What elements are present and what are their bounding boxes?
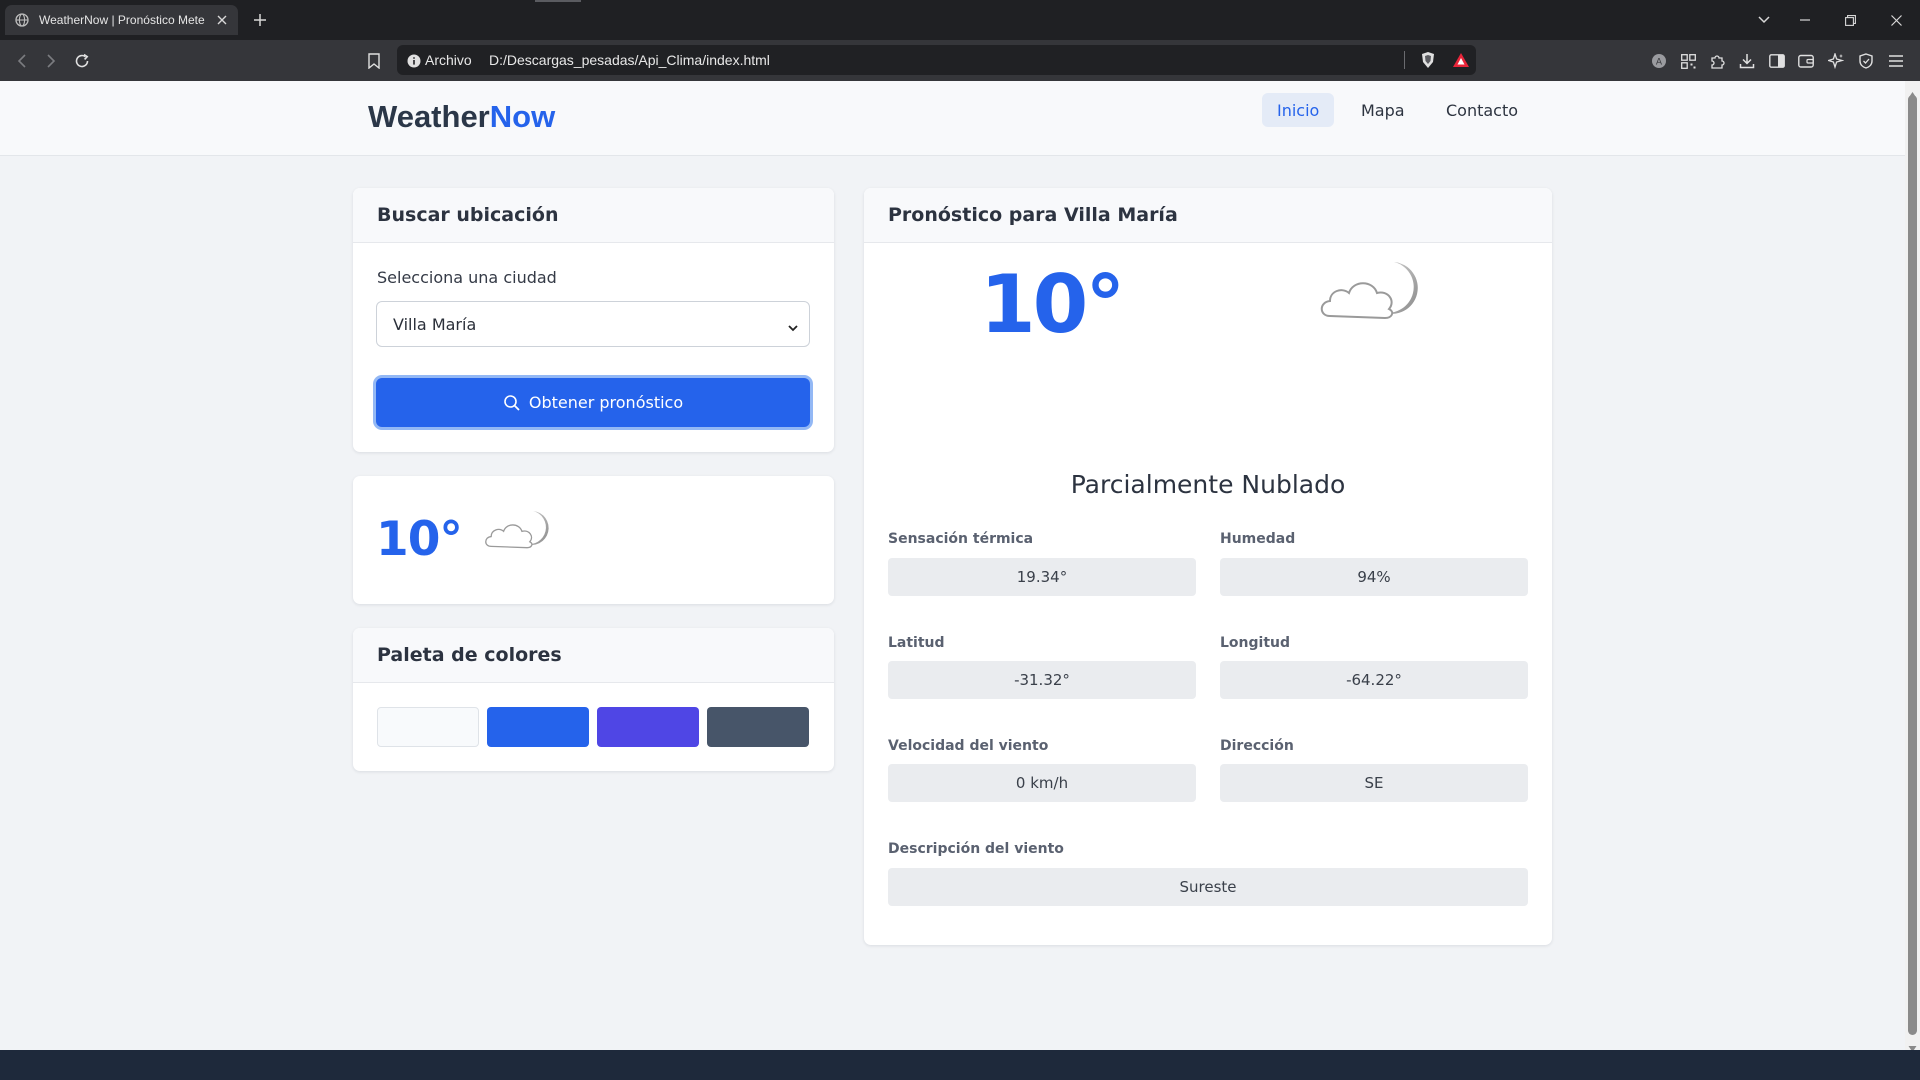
close-tab-icon[interactable] [214, 12, 230, 28]
close-window-icon[interactable] [1884, 8, 1908, 32]
forecast-card-title: Pronóstico para Villa María [864, 188, 1552, 243]
browser-tab[interactable]: WeatherNow | Pronóstico Mete [5, 5, 238, 35]
wind-direction-value: SE [1220, 764, 1528, 802]
wind-description-label: Descripción del viento [888, 841, 1064, 857]
mini-temperature: 10° [376, 512, 463, 567]
forecast-card: Pronóstico para Villa María 10° Parcialm… [864, 188, 1552, 945]
info-icon[interactable] [407, 53, 421, 68]
site-footer [0, 1050, 1920, 1080]
wallet-icon[interactable] [1793, 48, 1819, 74]
search-card: Buscar ubicación Selecciona una ciudad V… [353, 188, 834, 452]
feels-like-value: 19.34° [888, 558, 1196, 596]
sidebar-icon[interactable] [1764, 48, 1790, 74]
color-swatch-slate[interactable] [707, 707, 809, 747]
palette-card-title: Paleta de colores [353, 628, 834, 683]
wind-speed-value: 0 km/h [888, 764, 1196, 802]
reload-icon[interactable] [69, 48, 95, 74]
search-card-title: Buscar ubicación [353, 188, 834, 243]
color-swatch-light[interactable] [377, 707, 479, 747]
nav-link-contacto[interactable]: Contacto [1431, 93, 1533, 127]
longitude-value: -64.22° [1220, 661, 1528, 699]
latitude-value: -31.32° [888, 661, 1196, 699]
back-icon[interactable] [9, 48, 35, 74]
color-swatch-indigo[interactable] [597, 707, 699, 747]
vpn-shield-icon[interactable] [1853, 48, 1879, 74]
city-select[interactable]: Villa María [376, 301, 810, 347]
minimize-icon[interactable] [1793, 8, 1817, 32]
chevron-down-icon [787, 319, 799, 332]
nav-link-mapa[interactable]: Mapa [1346, 93, 1420, 127]
forward-icon[interactable] [38, 48, 64, 74]
scroll-down-icon[interactable] [1908, 1038, 1917, 1052]
tab-search-icon[interactable] [1752, 8, 1776, 32]
address-divider [1404, 51, 1405, 69]
scroll-up-icon[interactable] [1908, 84, 1917, 98]
tab-title: WeatherNow | Pronóstico Mete [39, 13, 205, 27]
longitude-label: Longitud [1220, 635, 1291, 651]
partly-cloudy-night-icon [482, 506, 554, 554]
latitude-label: Latitud [888, 635, 945, 651]
search-icon [503, 394, 521, 412]
bookmark-icon[interactable] [361, 48, 387, 74]
brand-weather: Weather [368, 99, 490, 134]
brave-shield-icon[interactable] [1418, 50, 1438, 70]
globe-icon [15, 13, 29, 27]
city-select-value: Villa María [393, 314, 477, 334]
brave-rewards-icon[interactable] [1451, 50, 1471, 70]
mini-weather-card: 10° [353, 476, 834, 604]
get-forecast-button[interactable]: Obtener pronóstico [376, 378, 810, 427]
brand-logo[interactable]: WeatherNow [368, 99, 555, 135]
menu-icon[interactable] [1883, 48, 1909, 74]
site-navbar: WeatherNow Inicio Mapa Contacto [0, 81, 1905, 156]
extensions-icon[interactable] [1704, 48, 1730, 74]
tab-strip-indicator [535, 0, 581, 2]
color-swatch-blue[interactable] [487, 707, 589, 747]
leo-ai-icon[interactable] [1823, 48, 1849, 74]
translate-icon[interactable]: A [1646, 48, 1672, 74]
forecast-condition: Parcialmente Nublado [1070, 470, 1346, 499]
wind-direction-label: Dirección [1220, 738, 1294, 754]
nav-link-inicio[interactable]: Inicio [1262, 93, 1335, 127]
svg-text:A: A [1656, 58, 1663, 68]
qr-code-icon[interactable] [1675, 48, 1701, 74]
partly-cloudy-night-icon [1316, 256, 1426, 326]
wind-speed-label: Velocidad del viento [888, 738, 1049, 754]
address-scheme-label: Archivo [425, 52, 472, 68]
humidity-label: Humedad [1220, 531, 1296, 547]
brand-now: Now [489, 99, 556, 134]
page-scrollbar[interactable] [1905, 81, 1920, 1052]
new-tab-icon[interactable] [250, 10, 270, 30]
feels-like-label: Sensación térmica [888, 531, 1034, 547]
restore-icon[interactable] [1838, 8, 1862, 32]
palette-card: Paleta de colores [353, 628, 834, 771]
address-url[interactable]: D:/Descargas_pesadas/Api_Clima/index.htm… [489, 52, 770, 68]
city-select-label: Selecciona una ciudad [377, 268, 557, 287]
forecast-temperature: 10° [980, 258, 1125, 351]
browser-tab-bar: WeatherNow | Pronóstico Mete [0, 0, 1920, 40]
wind-description-value: Sureste [888, 868, 1528, 906]
get-forecast-label: Obtener pronóstico [528, 393, 684, 412]
scrollbar-thumb[interactable] [1908, 95, 1917, 1035]
download-icon[interactable] [1734, 48, 1760, 74]
humidity-value: 94% [1220, 558, 1528, 596]
address-bar[interactable]: Archivo D:/Descargas_pesadas/Api_Clima/i… [397, 45, 1476, 75]
